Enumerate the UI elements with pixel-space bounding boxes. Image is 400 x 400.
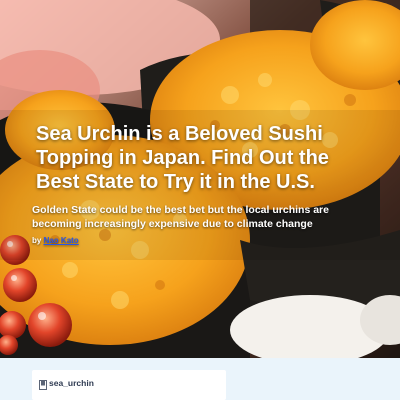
byline-prefix: by	[32, 236, 42, 245]
article-subheadline: Golden State could be the best bet but t…	[32, 204, 329, 230]
hero-text-overlay: Sea Urchin is a Beloved Sushi Topping in…	[0, 0, 400, 358]
article-headline: Sea Urchin is a Beloved Sushi Topping in…	[36, 123, 329, 193]
social-embed-card[interactable]: sea_urchin	[32, 370, 226, 400]
byline: by Nao Kato	[32, 236, 79, 246]
embed-handle[interactable]: sea_urchin	[49, 378, 94, 388]
hero-section: Sea Urchin is a Beloved Sushi Topping in…	[0, 0, 400, 358]
bookmark-icon	[39, 380, 47, 390]
author-link[interactable]: Nao Kato	[44, 236, 79, 245]
